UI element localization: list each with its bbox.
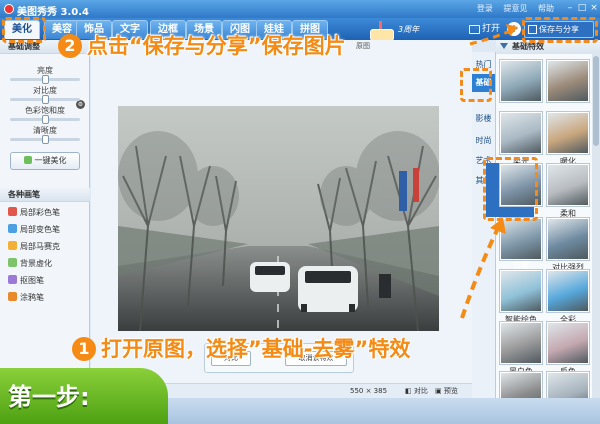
- arrow-head-save: [506, 24, 518, 36]
- arrow-to-dehaze: [460, 227, 500, 319]
- step2-number: 2: [58, 34, 82, 58]
- arrow-to-save: [469, 28, 513, 46]
- step1-text: 打开原图，选择”基础-去雾”特效: [101, 337, 411, 361]
- step2-instruction: 2 点击“保存与分享”保存图片: [58, 30, 346, 60]
- step1-number: 1: [72, 337, 96, 361]
- step1-instruction: 1 打开原图，选择”基础-去雾”特效: [72, 333, 410, 363]
- step2-text: 点击“保存与分享”保存图片: [87, 34, 346, 58]
